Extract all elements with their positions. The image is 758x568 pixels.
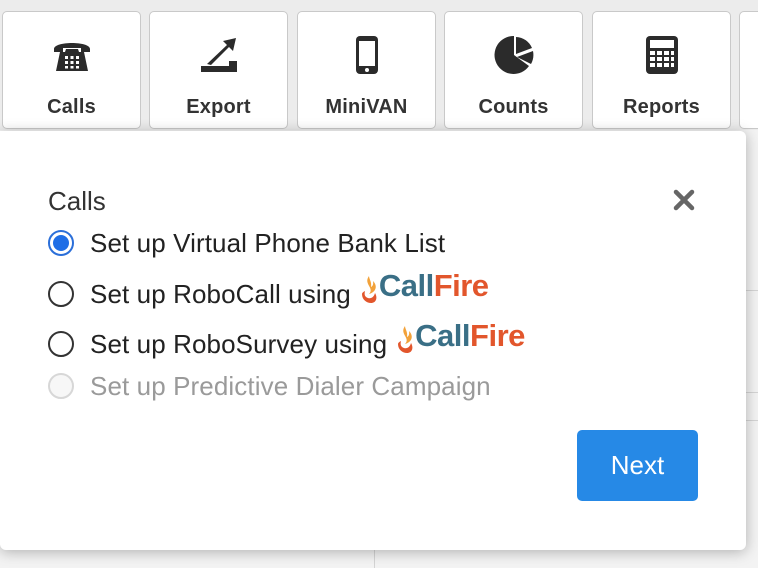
minivan-button[interactable]: MiniVAN	[297, 11, 436, 129]
flame-icon	[398, 326, 413, 353]
calls-button[interactable]: Calls	[2, 11, 141, 129]
flame-icon	[361, 276, 377, 303]
telephone-icon	[51, 34, 93, 76]
radio-virtual-phone-bank[interactable]	[48, 230, 74, 256]
close-button[interactable]	[670, 186, 698, 214]
close-icon	[673, 189, 695, 211]
mobile-phone-icon	[354, 34, 380, 76]
minivan-label: MiniVAN	[325, 96, 408, 118]
export-label: Export	[186, 96, 251, 118]
callfire-logo: CallFire	[359, 268, 489, 304]
background-divider	[746, 392, 758, 393]
option-predictive-dialer: Set up Predictive Dialer Campaign	[48, 369, 491, 403]
counts-label: Counts	[478, 96, 549, 118]
callfire-logo: CallFire	[395, 318, 525, 354]
radio-predictive-dialer	[48, 373, 74, 399]
option-label: Set up RoboCall using	[90, 278, 351, 309]
callfire-logo-call: Call	[378, 268, 434, 303]
pie-chart-icon	[494, 34, 534, 76]
calls-dialog: Calls Set up Virtual Phone Bank List Set…	[0, 131, 746, 550]
callfire-logo-fire: Fire	[433, 268, 489, 303]
radio-robocall[interactable]	[48, 281, 74, 307]
option-virtual-phone-bank[interactable]: Set up Virtual Phone Bank List	[48, 226, 445, 260]
calculator-icon	[645, 34, 679, 76]
next-button[interactable]: Next	[577, 430, 698, 501]
background-divider	[746, 420, 758, 421]
option-label: Set up RoboSurvey using	[90, 328, 388, 359]
export-icon	[199, 34, 239, 76]
option-label: Set up Predictive Dialer Campaign	[90, 370, 491, 401]
option-robosurvey[interactable]: Set up RoboSurvey using CallFire	[48, 318, 525, 361]
option-robocall[interactable]: Set up RoboCall using CallFire	[48, 268, 489, 311]
toolbar: Calls Export MiniVAN Counts Reports	[0, 0, 758, 130]
radio-robosurvey[interactable]	[48, 331, 74, 357]
calls-label: Calls	[47, 96, 96, 118]
callfire-logo-fire: Fire	[470, 318, 525, 353]
reports-button[interactable]: Reports	[592, 11, 731, 129]
dialog-title: Calls	[48, 186, 106, 216]
callfire-logo-call: Call	[415, 318, 471, 353]
counts-button[interactable]: Counts	[444, 11, 583, 129]
reports-label: Reports	[623, 96, 700, 118]
export-button[interactable]: Export	[149, 11, 288, 129]
background-divider	[746, 290, 758, 291]
option-label: Set up Virtual Phone Bank List	[90, 227, 446, 258]
toolbar-overflow-button[interactable]	[739, 11, 758, 129]
